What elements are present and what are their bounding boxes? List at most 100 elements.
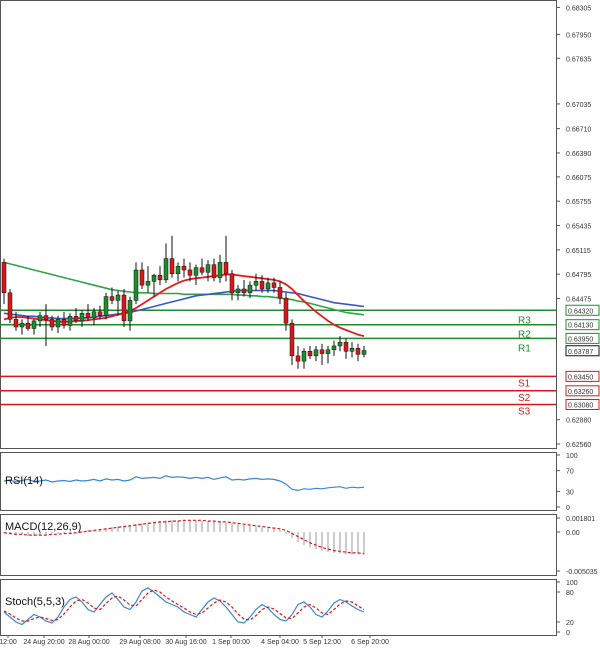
y-tick-label: 0.65755 <box>566 199 591 206</box>
y-tick-label: 0.66075 <box>566 175 591 182</box>
candle-body <box>343 341 349 352</box>
x-tick-label: 6 Sep 20:00 <box>351 639 389 646</box>
macd-title: MACD(12,26,9) <box>5 521 81 533</box>
x-tick-label: 1 Sep 00:00 <box>212 639 250 646</box>
candle-body <box>61 319 67 326</box>
x-tick-label: 24 Aug 20:00 <box>23 639 64 646</box>
x-tick-label: 29 Aug 08:00 <box>119 639 160 646</box>
stoch-y-tick: 100 <box>566 580 578 587</box>
rsi-line <box>3 475 365 492</box>
stoch-panel: 100 80 20 0 <box>3 580 578 637</box>
candle-body <box>139 269 145 286</box>
candle-body <box>265 282 271 290</box>
candle-body <box>205 264 211 273</box>
y-tick-label: 0.64795 <box>566 272 591 279</box>
candle-body <box>145 281 151 286</box>
candle-body <box>229 273 235 294</box>
candle-body <box>169 258 175 275</box>
y-tick-label: 0.65435 <box>566 224 591 231</box>
candle-body <box>307 351 313 357</box>
last-price-value: 0.63787 <box>568 349 593 356</box>
x-tick-label: 12:00 <box>0 639 17 646</box>
candle-body <box>55 319 61 328</box>
level-tag-value: 0.64320 <box>568 308 593 315</box>
candle-body <box>241 288 247 294</box>
forex-chart-screen: 0.68305 0.67950 0.67635 0.67035 0.66710 0.663… <box>0 0 600 651</box>
panel-frame <box>0 452 557 511</box>
rsi-y-tick: 30 <box>566 489 574 496</box>
panel-frame <box>0 579 557 636</box>
macd-panel: 0.001801 0.00 -0.005035 <box>3 516 598 576</box>
candle-body <box>73 316 79 322</box>
level-tag-value: 0.63450 <box>568 374 593 381</box>
macd-y-tick: 0.001801 <box>566 516 595 523</box>
y-tick-label: 0.67635 <box>566 56 591 63</box>
candle-body <box>91 311 97 319</box>
candle-body <box>37 315 43 322</box>
candle-body <box>223 262 229 275</box>
x-tick-label: 28 Aug 00:00 <box>68 639 109 646</box>
stoch-y-tick: 80 <box>566 590 574 597</box>
candle-body <box>349 347 355 352</box>
candle-body <box>247 284 253 294</box>
x-tick-label: 4 Sep 04:00 <box>261 639 299 646</box>
candle-body <box>259 281 265 290</box>
candle-body <box>355 347 361 355</box>
chart-canvas: 0.68305 0.67950 0.67635 0.67035 0.66710 0.663… <box>0 0 600 646</box>
stoch-y-tick: 20 <box>566 620 574 627</box>
candle-body <box>49 319 55 328</box>
candle-body <box>331 345 337 351</box>
stoch-y-tick: 0 <box>566 630 570 637</box>
candle-body <box>133 269 139 301</box>
y-tick-label: 0.65115 <box>566 248 591 255</box>
candle-body <box>301 351 307 362</box>
candle-body <box>199 267 205 273</box>
candle-body <box>121 294 127 322</box>
y-tick-label: 0.67035 <box>566 102 591 109</box>
level-label: S1 <box>518 378 531 389</box>
y-tick-label: 0.62560 <box>566 442 591 449</box>
candle-body <box>43 315 49 320</box>
level-label: S3 <box>518 406 531 417</box>
level-label: R1 <box>518 343 531 354</box>
candle-body <box>25 322 31 329</box>
x-tick-label: 30 Aug 16:00 <box>165 639 206 646</box>
candle-body <box>295 355 301 362</box>
rsi-y-tick: 70 <box>566 469 574 476</box>
y-tick-label: 0.68305 <box>566 5 591 12</box>
candle-body <box>19 322 25 328</box>
panel-frame <box>0 0 557 449</box>
candle-body <box>271 282 277 288</box>
candle-body <box>319 349 325 354</box>
y-tick-label: 0.67950 <box>566 32 591 39</box>
candle-body <box>103 296 109 316</box>
candle-body <box>217 262 223 278</box>
rsi-title: RSI(14) <box>5 475 43 487</box>
rsi-y-tick: 100 <box>566 453 578 460</box>
candle-body <box>175 265 181 275</box>
y-tick-label: 0.66390 <box>566 151 591 158</box>
rsi-panel: 100 70 30 0 <box>3 453 578 512</box>
candle-body <box>97 311 103 316</box>
price-y-axis: 0.68305 0.67950 0.67635 0.67035 0.66710 0.663… <box>556 5 591 449</box>
candle-body <box>109 296 115 301</box>
level-tag-value: 0.63950 <box>568 336 593 343</box>
candle-body <box>277 287 283 299</box>
macd-y-tick: 0.00 <box>566 530 580 537</box>
candle-body <box>313 349 319 357</box>
candle-body <box>253 281 259 286</box>
x-tick-label: 5 Sep 12:00 <box>303 639 341 646</box>
candle-body <box>13 319 19 328</box>
candle-body <box>337 341 343 347</box>
y-tick-label: 0.66710 <box>566 127 591 134</box>
candle-body <box>151 275 157 282</box>
candle-body <box>235 288 241 294</box>
y-tick-label: 0.64475 <box>566 296 591 303</box>
rsi-y-tick: 0 <box>566 505 570 512</box>
candle-body <box>67 316 73 326</box>
level-tag-value: 0.64130 <box>568 323 593 330</box>
candle-body <box>157 275 163 281</box>
candle-body <box>181 265 187 271</box>
candle-body <box>31 320 37 329</box>
candle-body <box>325 349 331 354</box>
